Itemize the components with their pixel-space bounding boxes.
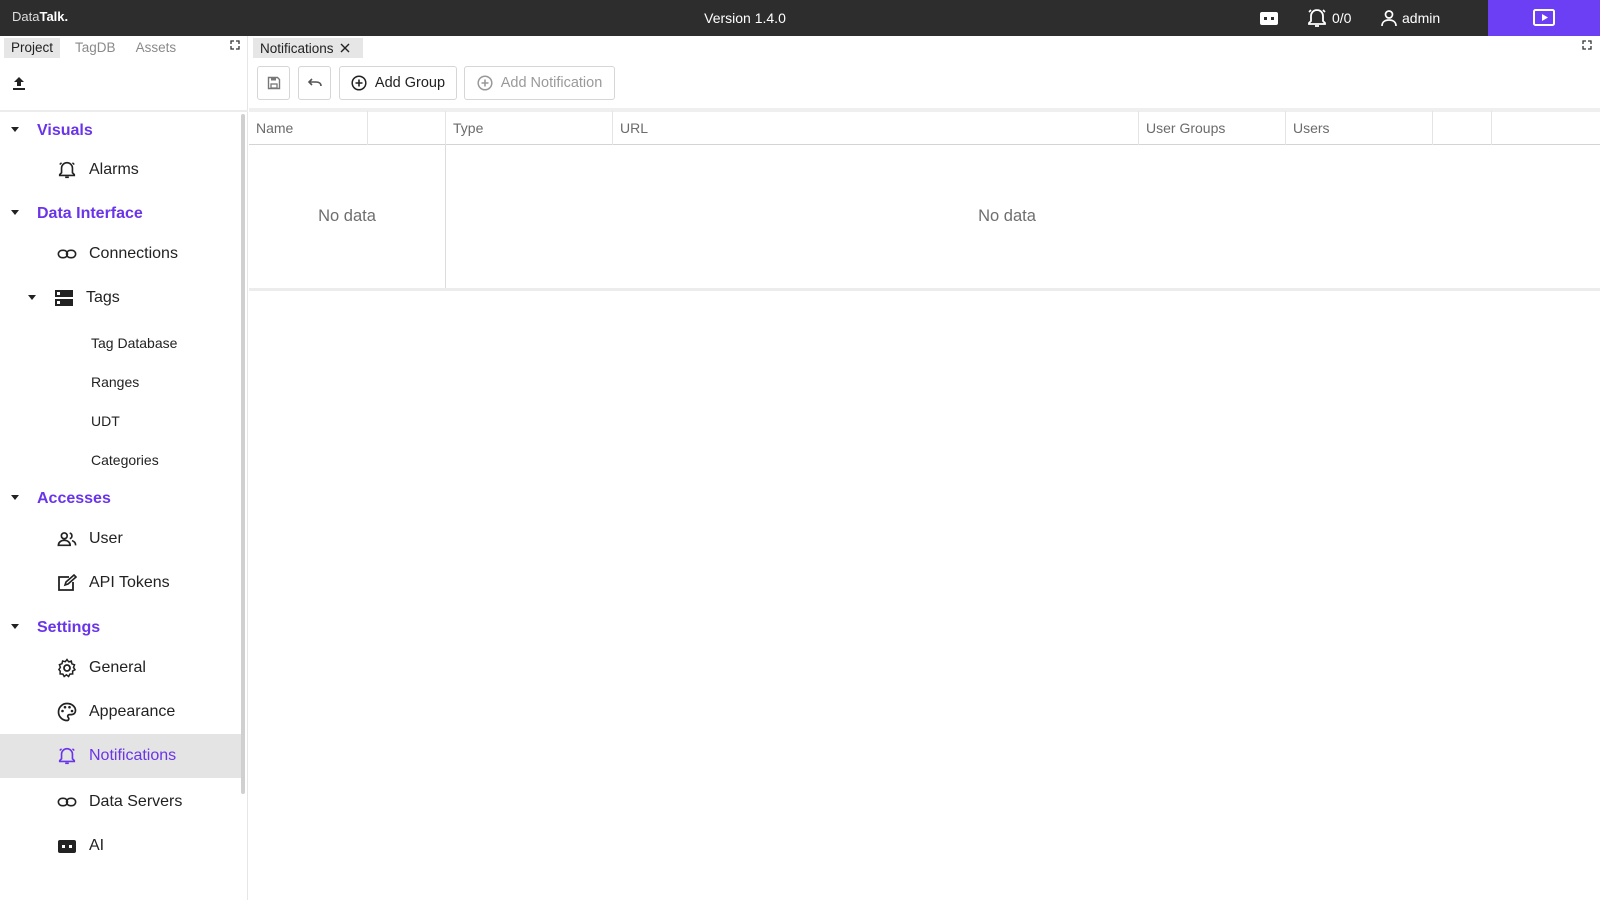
panel-scrollbar[interactable] bbox=[241, 114, 245, 794]
link-icon bbox=[57, 792, 77, 812]
nav-item-ai[interactable]: AI bbox=[0, 824, 241, 868]
section-accesses[interactable]: Accesses bbox=[0, 484, 241, 514]
undo-button[interactable] bbox=[298, 66, 331, 100]
chevron-down-icon bbox=[11, 495, 19, 500]
add-circle-icon bbox=[351, 75, 367, 91]
token-edit-icon bbox=[57, 573, 77, 593]
button-label: Add Notification bbox=[500, 75, 603, 91]
expand-editor-icon[interactable] bbox=[1582, 40, 1592, 50]
alarm-count: 0/0 bbox=[1332, 10, 1352, 26]
column-header-users[interactable]: Users bbox=[1286, 111, 1433, 145]
empty-state-notifications: No data bbox=[978, 207, 1036, 225]
section-settings[interactable]: Settings bbox=[0, 613, 241, 643]
chevron-down-icon bbox=[28, 295, 36, 300]
upload-icon[interactable] bbox=[11, 75, 27, 91]
panel-tabs: Project TagDB Assets bbox=[4, 38, 183, 58]
nav-subitem-udt[interactable]: UDT bbox=[0, 403, 241, 439]
section-label: Data Interface bbox=[37, 205, 143, 222]
toolbar: Add Group Add Notification bbox=[249, 58, 1600, 108]
nav-item-notifications[interactable]: Notifications bbox=[0, 734, 241, 778]
editor-area: Notifications Add Group Add Notification… bbox=[249, 36, 1600, 900]
section-data-interface[interactable]: Data Interface bbox=[0, 199, 241, 229]
user-name: admin bbox=[1402, 10, 1441, 26]
nav-item-label: User bbox=[89, 530, 123, 547]
table-body: No data No data bbox=[249, 145, 1600, 291]
undo-icon bbox=[307, 78, 322, 87]
nav-item-data-servers[interactable]: Data Servers bbox=[0, 780, 241, 824]
nav-item-api-tokens[interactable]: API Tokens bbox=[0, 561, 241, 605]
panel-divider bbox=[0, 110, 248, 112]
close-icon[interactable] bbox=[340, 43, 350, 53]
chevron-down-icon bbox=[11, 624, 19, 629]
ai-assistant-button[interactable] bbox=[1258, 8, 1280, 28]
button-label: Add Group bbox=[374, 75, 446, 91]
user-icon bbox=[1381, 10, 1397, 27]
robot-icon bbox=[1260, 12, 1278, 25]
nav-item-label: Tags bbox=[86, 289, 120, 306]
add-group-button[interactable]: Add Group bbox=[339, 66, 457, 100]
nav-item-label: Data Servers bbox=[89, 793, 183, 810]
users-icon bbox=[57, 529, 77, 549]
tab-project[interactable]: Project bbox=[4, 38, 61, 58]
nav-subitem-label: Tag Database bbox=[91, 335, 178, 351]
nav-subitem-label: UDT bbox=[91, 413, 120, 429]
nav-item-tags[interactable]: Tags bbox=[0, 276, 241, 320]
column-header-type[interactable]: Type bbox=[446, 111, 613, 145]
nav-item-appearance[interactable]: Appearance bbox=[0, 690, 241, 734]
add-notification-button[interactable]: Add Notification bbox=[464, 66, 615, 100]
nav-item-label: Appearance bbox=[89, 703, 176, 720]
nav-item-label: Notifications bbox=[89, 747, 177, 764]
nav-subitem-tag-database[interactable]: Tag Database bbox=[0, 325, 241, 361]
storage-icon bbox=[54, 288, 74, 308]
alarm-bell-icon bbox=[57, 746, 77, 766]
play-screen-icon bbox=[1533, 9, 1555, 26]
nav-item-general[interactable]: General bbox=[0, 646, 241, 690]
tab-notifications[interactable]: Notifications bbox=[253, 38, 363, 58]
expand-panel-icon[interactable] bbox=[230, 40, 240, 50]
nav-subitem-ranges[interactable]: Ranges bbox=[0, 364, 241, 400]
nav-subitem-label: Ranges bbox=[91, 374, 140, 390]
link-icon bbox=[57, 244, 77, 264]
alarms-status-button[interactable]: 0/0 bbox=[1306, 8, 1351, 28]
nav-item-label: General bbox=[89, 659, 146, 676]
chevron-down-icon bbox=[11, 210, 19, 215]
chevron-down-icon bbox=[11, 127, 19, 132]
nav-item-label: Alarms bbox=[89, 161, 139, 178]
top-bar: DataTalk. Version 1.4.0 0/0 admin bbox=[0, 0, 1600, 36]
palette-icon bbox=[57, 702, 77, 722]
project-panel: Project TagDB Assets Visuals Alarms Data… bbox=[0, 36, 248, 900]
column-header-blank bbox=[368, 111, 446, 145]
tab-tagdb[interactable]: TagDB bbox=[68, 38, 123, 58]
column-header-user-groups[interactable]: User Groups bbox=[1139, 111, 1286, 145]
section-label: Settings bbox=[37, 619, 101, 636]
save-icon bbox=[267, 76, 280, 90]
nav-item-label: Connections bbox=[89, 245, 178, 262]
column-header-url[interactable]: URL bbox=[613, 111, 1139, 145]
run-preview-button[interactable] bbox=[1488, 0, 1600, 36]
alarm-bell-icon bbox=[57, 160, 77, 180]
nav-subitem-categories[interactable]: Categories bbox=[0, 442, 241, 478]
user-menu-button[interactable]: admin bbox=[1380, 8, 1440, 28]
section-label: Visuals bbox=[37, 122, 93, 139]
section-label: Accesses bbox=[37, 490, 111, 507]
gear-icon bbox=[57, 658, 77, 678]
add-circle-icon bbox=[477, 75, 493, 91]
section-visuals[interactable]: Visuals bbox=[0, 116, 241, 146]
table-header: Name Type URL User Groups Users bbox=[249, 111, 1600, 145]
nav-item-alarms[interactable]: Alarms bbox=[0, 148, 241, 192]
column-header-actions bbox=[1433, 111, 1492, 145]
column-header-name[interactable]: Name bbox=[249, 111, 368, 145]
nav-item-connections[interactable]: Connections bbox=[0, 232, 241, 276]
nav-item-label: API Tokens bbox=[89, 574, 170, 591]
alarm-bell-icon bbox=[1308, 9, 1326, 27]
tab-label: Notifications bbox=[260, 40, 334, 56]
save-button[interactable] bbox=[257, 66, 290, 100]
nav-item-user[interactable]: User bbox=[0, 517, 241, 561]
robot-icon bbox=[57, 836, 77, 856]
empty-state-groups: No data bbox=[318, 207, 376, 225]
nav-item-label: AI bbox=[89, 837, 105, 854]
tab-assets[interactable]: Assets bbox=[129, 38, 184, 58]
nav-subitem-label: Categories bbox=[91, 452, 159, 468]
